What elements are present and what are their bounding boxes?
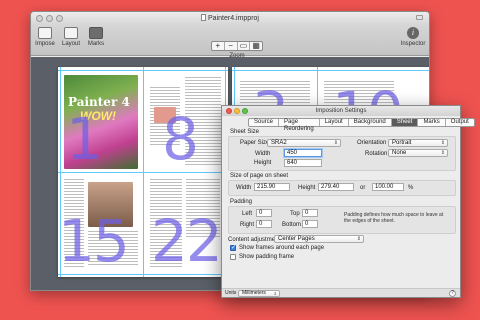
page-guide	[58, 70, 228, 71]
document-icon	[201, 14, 207, 21]
page-height-label: Height	[298, 185, 316, 191]
tab-marks[interactable]: Marks	[418, 119, 446, 126]
marks-toolbar-item[interactable]: Marks	[85, 27, 107, 47]
chevron-updown-icon: ⇕	[273, 291, 277, 296]
inspector-toolbar-item[interactable]: i Inspector	[399, 27, 427, 47]
show-frames-label: Show frames around each page	[239, 245, 325, 251]
dialog-zoom-button[interactable]	[242, 108, 248, 114]
orientation-select[interactable]: Portrait ⇕	[388, 139, 448, 147]
units-select[interactable]: Millimeters ⇕	[238, 290, 280, 297]
layout-toolbar-item[interactable]: Layout	[59, 27, 83, 47]
percent-unit-label: %	[408, 185, 414, 191]
tab-sheet[interactable]: Sheet	[391, 119, 419, 126]
info-icon: i	[407, 27, 419, 39]
tab-background[interactable]: Background	[349, 119, 392, 126]
dialog-title: Imposition Settings	[315, 108, 367, 114]
page-height-field[interactable]: 279.40	[318, 183, 354, 191]
page-width-label: Width	[236, 185, 252, 191]
content-adjustment-select[interactable]: Center Pages ⇕	[274, 235, 364, 243]
zoom-fill-button[interactable]: ▦	[250, 42, 262, 50]
layout-icon	[64, 27, 78, 39]
toolbar: Impose Layout Marks + − ▭ ▦ Zoom i Inspe…	[31, 25, 429, 59]
page-size-heading: Size of page on sheet	[230, 173, 289, 179]
page-number-8: 8	[162, 105, 199, 173]
settings-tabs: Source Page Reordering Layout Background…	[248, 118, 475, 132]
page-width-field[interactable]: 215.90	[254, 183, 290, 191]
tab-page-reordering[interactable]: Page Reordering	[279, 119, 320, 132]
zoom-in-button[interactable]: +	[212, 42, 225, 50]
page-number-15: 15	[58, 207, 130, 275]
or-label: or	[360, 185, 366, 191]
page-guide	[232, 70, 429, 71]
padding-bottom-label: Bottom	[282, 222, 302, 228]
page-number-1: 1	[66, 105, 103, 173]
imposition-settings-dialog: Imposition Settings Source Page Reorderi…	[221, 105, 475, 298]
zoom-control: + − ▭ ▦	[211, 41, 263, 51]
dialog-title-bar: Imposition Settings	[222, 106, 460, 116]
chevron-updown-icon: ⇕	[440, 150, 445, 156]
rotation-label: Rotation	[365, 151, 388, 157]
padding-note: Padding defines how much space to leave …	[344, 212, 444, 224]
tab-source[interactable]: Source	[249, 119, 280, 126]
sheet-height-field[interactable]: 640	[284, 159, 322, 167]
zoom-out-button[interactable]: −	[225, 42, 238, 50]
impose-toolbar-item[interactable]: Impose	[35, 27, 55, 47]
padding-left-field[interactable]: 0	[256, 209, 272, 217]
padding-heading: Padding	[230, 199, 253, 205]
show-frames-checkbox[interactable]: ✓	[230, 245, 236, 251]
padding-top-field[interactable]: 0	[302, 209, 318, 217]
paper-size-select[interactable]: SRA2 ⇕	[267, 139, 341, 147]
padding-right-label: Right	[240, 222, 255, 228]
rotation-select[interactable]: None ⇕	[388, 149, 448, 157]
tab-layout[interactable]: Layout	[320, 119, 349, 126]
impose-icon	[38, 27, 52, 39]
sheet-size-heading: Sheet Size	[230, 129, 260, 135]
show-padding-checkbox[interactable]	[230, 254, 236, 260]
title-bar: Painter4.impproj	[31, 12, 429, 25]
window-title: Painter4.impproj	[31, 14, 429, 22]
chevron-updown-icon: ⇕	[356, 236, 361, 242]
marks-icon	[89, 27, 103, 39]
tab-output[interactable]: Output	[446, 119, 474, 126]
padding-top-label: Top	[290, 211, 300, 217]
padding-left-label: Left	[242, 211, 253, 217]
width-label: Width	[255, 151, 271, 157]
chevron-updown-icon: ⇕	[440, 140, 445, 146]
help-button[interactable]: ?	[449, 290, 456, 297]
dialog-close-button[interactable]	[226, 108, 232, 114]
dialog-footer: Units Millimeters ⇕ ?	[222, 288, 460, 297]
height-label: Height	[254, 160, 272, 166]
chevron-updown-icon: ⇕	[333, 140, 338, 146]
padding-bottom-field[interactable]: 0	[302, 220, 318, 228]
dialog-minimize-button[interactable]	[234, 108, 240, 114]
units-label: Units	[225, 290, 237, 296]
page-percent-field[interactable]: 100.00	[372, 183, 404, 191]
page-number-22: 22	[151, 207, 223, 275]
orientation-label: Orientation	[357, 140, 387, 146]
content-adjustment-label: Content adjustment	[228, 237, 281, 243]
show-padding-label: Show padding frame	[239, 254, 295, 260]
fullscreen-icon[interactable]	[416, 15, 423, 20]
zoom-fit-button[interactable]: ▭	[238, 42, 251, 50]
padding-right-field[interactable]: 0	[256, 220, 272, 228]
sheet-width-field[interactable]: 450	[284, 149, 322, 157]
paper-size-label: Paper Size	[240, 140, 270, 146]
sheet-left[interactable]: Painter 4 WOW! 1 8 15 22	[58, 67, 228, 277]
